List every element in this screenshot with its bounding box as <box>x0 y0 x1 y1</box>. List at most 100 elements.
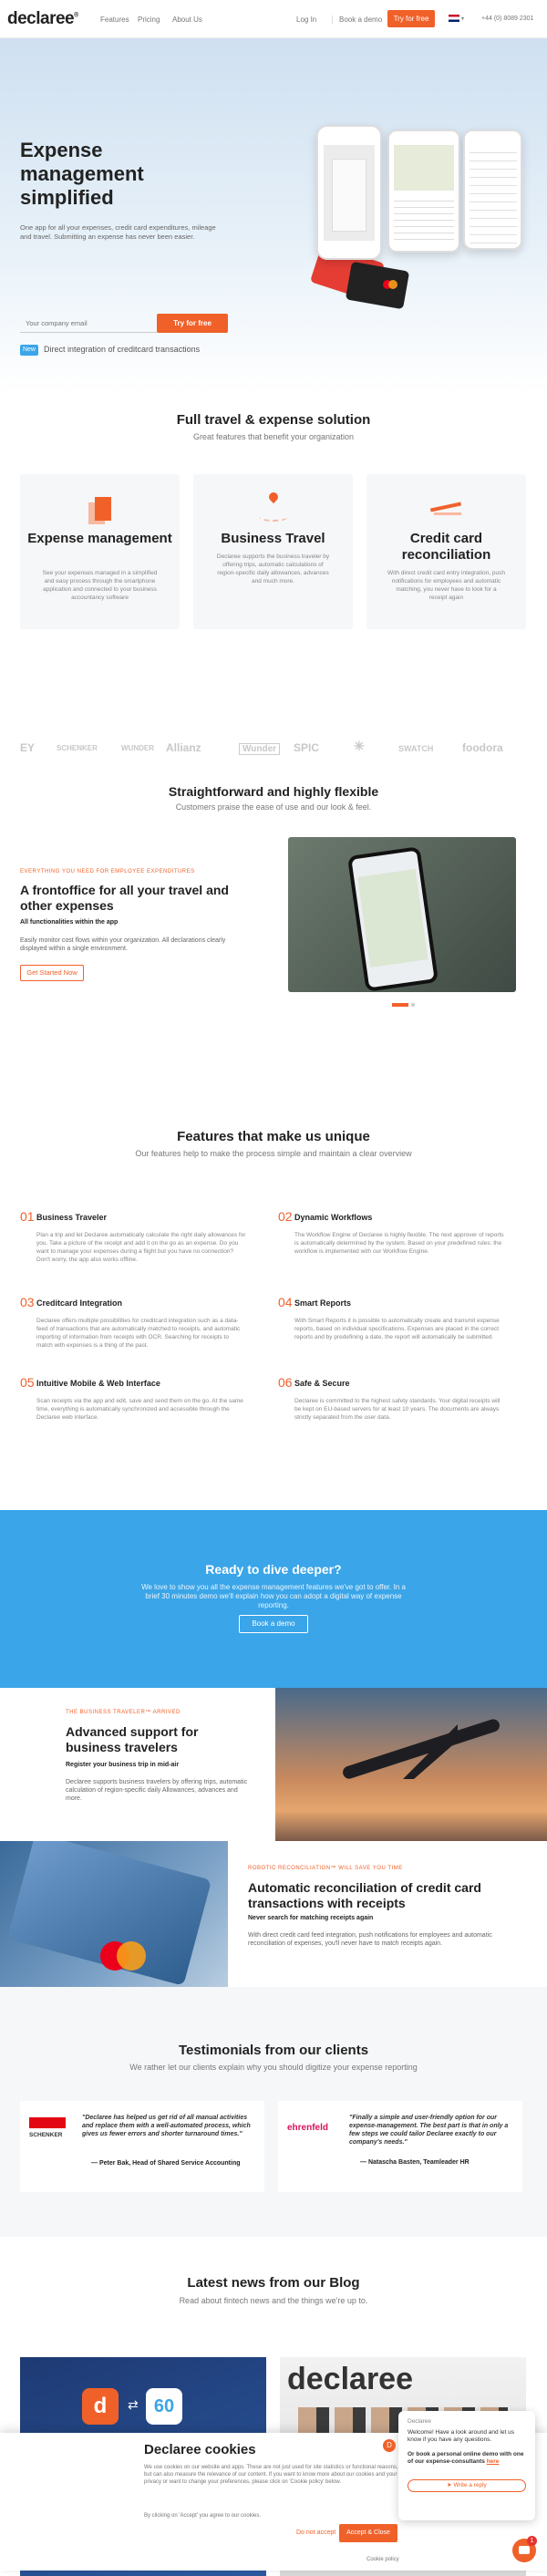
chat-avatar: D <box>383 2439 396 2452</box>
feature-title: Intuitive Mobile & Web Interface <box>36 1379 160 1388</box>
carousel-dot-active[interactable] <box>392 1003 408 1007</box>
card-title: Business Travel <box>221 531 325 546</box>
cookie-accept-button[interactable]: Accept & Close <box>339 2524 397 2542</box>
partner-app-icon: 60 <box>146 2388 182 2425</box>
nav-link-about[interactable]: About Us <box>172 16 202 24</box>
partner-logo-foodora: foodora <box>462 741 503 754</box>
feature-text: Plan a trip and let Declaree automatical… <box>36 1232 246 1263</box>
db-logo-icon <box>29 2117 66 2128</box>
logo-mark: ® <box>74 12 78 19</box>
cta-section: Ready to dive deeper? We love to show yo… <box>0 1510 547 1688</box>
chat-bubble-icon <box>519 2546 530 2554</box>
recon-title: Automatic reconciliation of credit card … <box>248 1880 481 1910</box>
flag-uk-icon[interactable] <box>449 15 459 22</box>
chat-message-2-text: Or book a personal online demo with one … <box>408 2451 524 2465</box>
feature-text: Scan receipts via the app and edit, save… <box>36 1398 243 1421</box>
travel-eyebrow: THE BUSINESS TRAVELER™ ARRIVED <box>66 1710 181 1715</box>
chat-popup: Declaree Welcome! Have a look around and… <box>398 2411 535 2520</box>
partner-logo-wunder2: Wunder <box>239 743 281 755</box>
card-text: With direct credit card entry integratio… <box>387 570 505 601</box>
feature-title: Smart Reports <box>294 1298 352 1308</box>
nav-try-free-button[interactable]: Try for free <box>387 10 435 27</box>
travel-text: Declaree supports business travelers by … <box>66 1779 248 1802</box>
chat-reply-button[interactable]: ➤ Write a reply <box>408 2479 526 2492</box>
nav-link-pricing[interactable]: Pricing <box>138 16 160 24</box>
mastercard-icon <box>383 280 397 289</box>
feature-title: Dynamic Workflows <box>294 1213 373 1222</box>
mastercard-icon <box>100 1941 146 1971</box>
card-expense-management[interactable]: Expense management See your expenses man… <box>20 474 180 629</box>
get-started-button[interactable]: Get Started Now <box>20 965 84 981</box>
lang-chevron-icon[interactable]: ▾ <box>461 16 464 22</box>
partner-logo-allianz: Allianz <box>166 741 201 754</box>
features-title: Features that make us unique <box>177 1129 370 1144</box>
testimonials-title: Testimonials from our clients <box>178 2043 369 2058</box>
partner-logo-wunder: WUNDER <box>121 744 154 752</box>
testimonial-quote: "Finally a simple and user-friendly opti… <box>349 2115 509 2146</box>
hero-try-free-button[interactable]: Try for free <box>157 314 228 333</box>
chat-avatar-initial: D <box>387 2441 392 2449</box>
credit-card-black <box>345 261 410 310</box>
feature-number: 02 <box>278 1209 293 1224</box>
email-input[interactable] <box>20 314 157 333</box>
credit-card-photo <box>0 1841 228 1987</box>
testimonial-quote: "Declaree has helped us get rid of all m… <box>82 2115 251 2137</box>
recon-eyebrow: ROBOTIC RECONCILIATION™ WILL SAVE YOU TI… <box>248 1866 403 1871</box>
client-logo: ehrenfeld <box>287 2123 329 2133</box>
login-link[interactable]: Log In <box>296 16 316 24</box>
flexible-title: Straightforward and highly flexible <box>168 784 379 799</box>
cookie-text: We use cookies on our website and apps. … <box>144 2465 398 2485</box>
card-title: Credit card reconciliation <box>401 531 491 563</box>
cta-title: Ready to dive deeper? <box>205 1562 342 1577</box>
chat-demo-link[interactable]: here <box>487 2458 500 2465</box>
features-subtitle: Our features help to make the process si… <box>135 1149 412 1158</box>
solution-subtitle: Great features that benefit your organiz… <box>192 432 355 441</box>
sync-arrows-icon: ⇄ <box>128 2397 139 2412</box>
feature-title: Creditcard Integration <box>36 1298 123 1308</box>
feature-number: 01 <box>20 1209 35 1224</box>
testimonial-card: SCHENKER "Declaree has helped us get rid… <box>20 2101 264 2192</box>
nav-link-features[interactable]: Features <box>100 16 129 24</box>
feature-text: Declaree offers multiple possibilities f… <box>36 1318 241 1349</box>
phone-number[interactable]: +44 (0) 8089 2301 <box>481 16 533 22</box>
testimonials-subtitle: We rather let our clients explain why yo… <box>129 2063 418 2072</box>
cta-book-demo-button[interactable]: Book a demo <box>239 1615 308 1633</box>
hero-text: One app for all your expenses, credit ca… <box>20 223 216 241</box>
partner-logo-ey: EY <box>20 741 36 754</box>
feature-text: The Workflow Engine of Declaree is highl… <box>294 1232 504 1255</box>
phone-list-mockup <box>463 129 522 250</box>
client-logo: SCHENKER <box>29 2132 63 2138</box>
flexible-text: Easily monitor cost flows within your or… <box>20 937 226 952</box>
card-business-travel[interactable]: Business Travel Declaree supports the bu… <box>193 474 353 629</box>
carousel-dot[interactable] <box>411 1003 415 1007</box>
new-feature-text[interactable]: Direct integration of creditcard transac… <box>44 345 200 354</box>
testimonial-card: ehrenfeld "Finally a simple and user-fri… <box>278 2101 522 2192</box>
flexible-eyebrow: EVERYTHING YOU NEED FOR EMPLOYEE EXPENDI… <box>20 869 195 874</box>
logo[interactable]: declaree® <box>7 9 78 29</box>
top-nav: declaree® Features Pricing About Us Log … <box>0 0 547 38</box>
cookie-policy-link[interactable]: Cookie policy <box>366 2557 399 2562</box>
blog-title: Latest news from our Blog <box>187 2275 360 2291</box>
card-credit-card[interactable]: Credit card reconciliation With direct c… <box>366 474 526 629</box>
declaree-app-icon: d <box>82 2388 119 2425</box>
documents-icon <box>88 497 112 524</box>
travel-title: Advanced support for business travelers <box>66 1724 199 1754</box>
cookie-reject-button[interactable]: Do not accept <box>296 2529 335 2536</box>
feature-number: 06 <box>278 1375 293 1390</box>
partner-logo-spic: SPIC <box>294 741 320 754</box>
chat-sender: Declaree <box>408 2418 432 2425</box>
blog-subtitle: Read about fintech news and the things w… <box>179 2296 368 2305</box>
book-demo-link[interactable]: Book a demo <box>332 16 382 24</box>
card-text: Declaree supports the business traveler … <box>216 553 330 585</box>
chat-launcher-button[interactable]: 1 <box>512 2536 537 2562</box>
phone-receipt-mockup <box>316 125 382 260</box>
recon-bold: Never search for matching receipts again <box>248 1915 374 1921</box>
card-text: See your expenses managed in a simplifie… <box>42 570 158 601</box>
travel-bold: Register your business trip in mid-air <box>66 1762 180 1768</box>
location-pin-icon <box>259 490 288 523</box>
cta-text: We love to show you all the expense mana… <box>141 1583 406 1609</box>
partner-logo-swatch: SWATCH <box>398 744 434 753</box>
feature-title: Safe & Secure <box>294 1379 350 1388</box>
testimonial-author: — Peter Bak, Head of Shared Service Acco… <box>91 2160 241 2167</box>
solution-title: Full travel & expense solution <box>176 412 371 428</box>
